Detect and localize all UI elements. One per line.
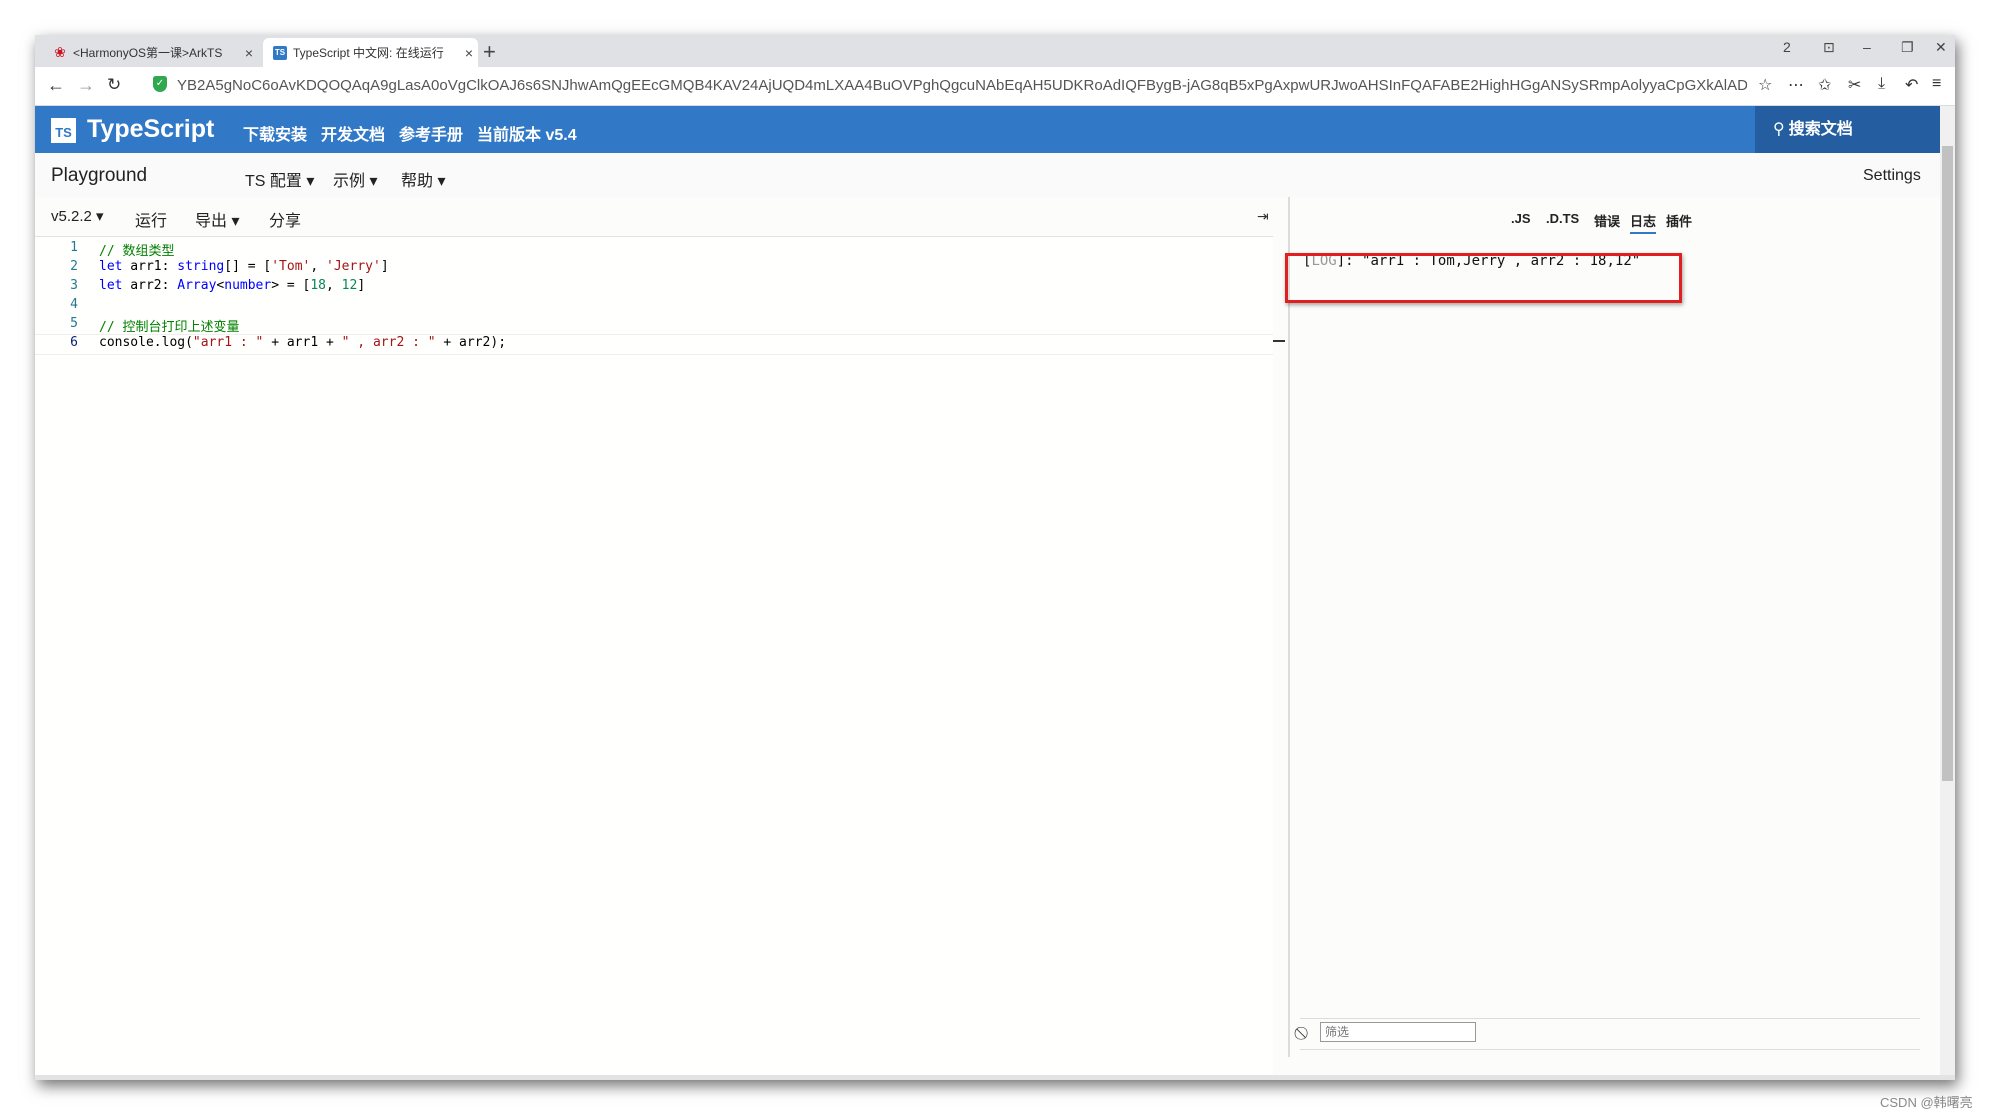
- share-button[interactable]: 分享: [269, 207, 301, 231]
- menu-icon[interactable]: ≡: [1932, 75, 1941, 93]
- shirt-icon[interactable]: ⊡: [1823, 39, 1835, 56]
- caret-down-icon: ▾: [306, 173, 315, 190]
- site-header: TS TypeScript 下载安装 开发文档 参考手册 当前版本 v5.4 ⚲…: [35, 106, 1955, 153]
- typescript-icon: TS: [273, 45, 287, 60]
- tab-title: <HarmonyOS第一课>ArkTS: [73, 46, 223, 60]
- close-window-button[interactable]: ✕: [1935, 39, 1947, 56]
- nav-download[interactable]: 下载安装: [243, 121, 307, 145]
- tab-title: TypeScript 中文网: 在线运行: [293, 46, 444, 60]
- code-text: // 数组类型: [99, 244, 175, 259]
- star-icon[interactable]: ☆: [1758, 75, 1772, 95]
- scrollbar-thumb[interactable]: [1942, 146, 1953, 781]
- caret-down-icon: ▾: [96, 208, 104, 225]
- highlight-box: [1285, 253, 1682, 303]
- horizontal-scrollbar[interactable]: [35, 1075, 1955, 1080]
- code-editor[interactable]: 1 // 数组类型 2 let arr1: string[] = ['Tom',…: [35, 237, 1273, 1077]
- more-icon[interactable]: ⋯: [1788, 75, 1804, 95]
- reload-icon[interactable]: ↻: [107, 75, 121, 95]
- code-line: 4: [35, 297, 1273, 316]
- minimize-button[interactable]: –: [1863, 39, 1871, 55]
- log-filter-bar: ⃠: [1300, 1018, 1920, 1050]
- run-button[interactable]: 运行: [135, 207, 167, 231]
- search-icon: ⚲: [1773, 121, 1785, 138]
- code-line: 2 let arr1: string[] = ['Tom', 'Jerry']: [35, 259, 1273, 278]
- code-text: let arr1: string[] = ['Tom', 'Jerry']: [99, 259, 389, 274]
- url-field[interactable]: YB2A5gNoC6oAvKDQOQAqA9gLasA0oVgClkOAJ6s6…: [177, 77, 1747, 94]
- pane-divider[interactable]: [1288, 197, 1290, 1057]
- cut-icon[interactable]: ✂: [1848, 75, 1861, 95]
- menu-ts-config[interactable]: TS 配置 ▾: [245, 167, 314, 191]
- watermark: CSDN @韩曙亮: [1880, 1095, 1973, 1110]
- line-number: 2: [70, 259, 78, 274]
- nav-version[interactable]: 当前版本 v5.4: [477, 121, 577, 145]
- browser-window: ❀ <HarmonyOS第一课>ArkTS × TS TypeScript 中文…: [35, 35, 1955, 1080]
- line-number: 3: [70, 278, 78, 293]
- caret-down-icon: ▾: [437, 173, 446, 190]
- back-icon[interactable]: ←: [47, 75, 65, 96]
- tab-errors[interactable]: 错误: [1594, 211, 1620, 230]
- output-tabs: .JS .D.TS 错误 日志 插件: [1288, 197, 1938, 237]
- line-number: 6: [70, 335, 78, 350]
- tab-plugins[interactable]: 插件: [1666, 211, 1692, 230]
- tab-js[interactable]: .JS: [1511, 211, 1531, 226]
- address-bar: ← → ↻ ✓ YB2A5gNoC6oAvKDQOQAqA9gLasA0oVgC…: [35, 67, 1955, 106]
- overview-ruler-mark: [1273, 340, 1285, 342]
- filter-input[interactable]: [1320, 1022, 1476, 1042]
- browser-tab-harmonyos[interactable]: ❀ <HarmonyOS第一课>ArkTS ×: [43, 38, 258, 67]
- menu-examples[interactable]: 示例 ▾: [333, 167, 378, 191]
- search-docs-button[interactable]: ⚲ 搜索文档: [1755, 106, 1955, 153]
- restore-button[interactable]: ❐: [1901, 39, 1914, 56]
- favorites-icon[interactable]: ✩: [1818, 75, 1831, 95]
- code-line: 5 // 控制台打印上述变量: [35, 316, 1273, 335]
- tab-logs[interactable]: 日志: [1630, 211, 1657, 234]
- version-select[interactable]: v5.2.2 ▾: [51, 207, 104, 225]
- menu-help[interactable]: 帮助 ▾: [401, 167, 446, 191]
- page-title: Playground: [51, 165, 148, 186]
- code-text: // 控制台打印上述变量: [99, 320, 240, 335]
- line-number: 1: [70, 240, 78, 255]
- editor-toolbar: v5.2.2 ▾ 运行 导出 ▾ 分享 ⇥: [35, 197, 1273, 237]
- playground-nav: Playground TS 配置 ▾ 示例 ▾ 帮助 ▾ Settings: [35, 153, 1955, 197]
- secure-shield-icon: ✓: [153, 76, 167, 92]
- typescript-logo-icon[interactable]: TS: [51, 118, 76, 143]
- huawei-icon: ❀: [54, 44, 66, 60]
- tab-dts[interactable]: .D.TS: [1546, 211, 1579, 226]
- code-text: console.log("arr1 : " + arr1 + " , arr2 …: [99, 335, 507, 350]
- download-icon[interactable]: ⤓: [1878, 75, 1885, 93]
- line-number: 4: [70, 297, 78, 312]
- forward-icon[interactable]: →: [77, 75, 95, 96]
- code-line: 1 // 数组类型: [35, 240, 1273, 259]
- line-number: 5: [70, 316, 78, 331]
- caret-down-icon: ▾: [369, 173, 378, 190]
- nav-handbook[interactable]: 参考手册: [399, 121, 463, 145]
- browser-tab-typescript[interactable]: TS TypeScript 中文网: 在线运行 ×: [263, 38, 478, 67]
- search-label: 搜索文档: [1788, 121, 1853, 138]
- tab-count-icon[interactable]: 2: [1783, 39, 1791, 55]
- tab-strip: ❀ <HarmonyOS第一课>ArkTS × TS TypeScript 中文…: [35, 35, 1955, 67]
- export-button[interactable]: 导出 ▾: [195, 207, 240, 231]
- collapse-panel-icon[interactable]: ⇥: [1257, 208, 1269, 225]
- code-line-active: 6 console.log("arr1 : " + arr1 + " , arr…: [35, 334, 1273, 355]
- close-icon[interactable]: ×: [460, 45, 478, 61]
- settings-link[interactable]: Settings: [1863, 167, 1921, 185]
- code-line: 3 let arr2: Array<number> = [18, 12]: [35, 278, 1273, 297]
- new-tab-button[interactable]: +: [483, 38, 496, 66]
- undo-icon[interactable]: ↶: [1905, 75, 1918, 95]
- vertical-scrollbar[interactable]: [1940, 106, 1955, 1080]
- code-text: let arr2: Array<number> = [18, 12]: [99, 278, 366, 293]
- nav-docs[interactable]: 开发文档: [321, 121, 385, 145]
- caret-down-icon: ▾: [231, 213, 240, 230]
- site-logo-text[interactable]: TypeScript: [87, 115, 214, 144]
- close-icon[interactable]: ×: [240, 45, 258, 61]
